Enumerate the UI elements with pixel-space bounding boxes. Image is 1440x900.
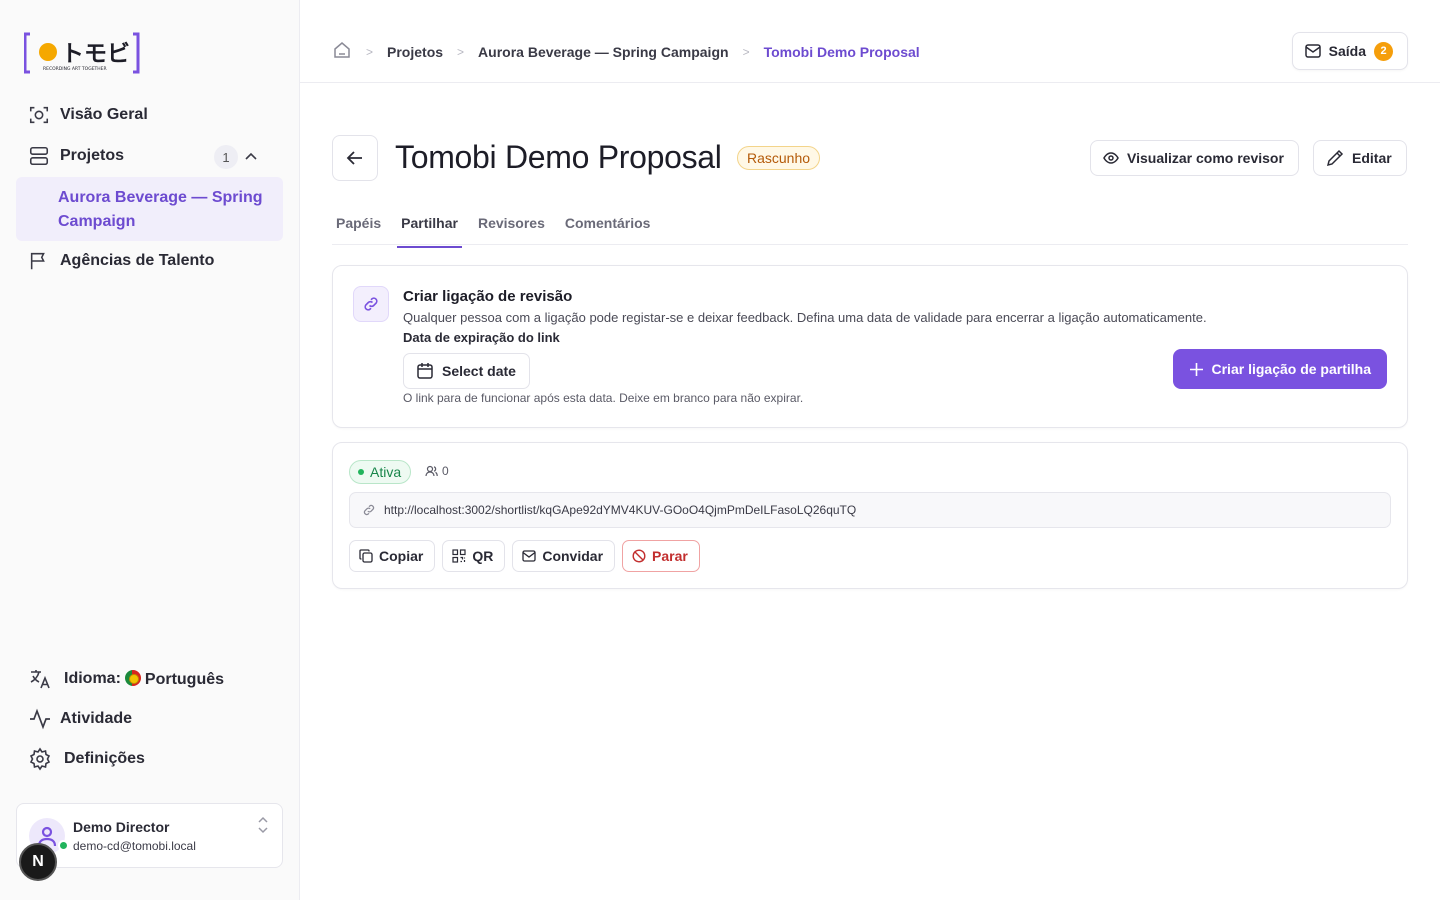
status-badge: Ativa: [349, 460, 412, 484]
ban-icon: [632, 549, 646, 563]
logo[interactable]: トモビ RECORDING ART TOGETHER: [23, 32, 140, 74]
create-share-link-button[interactable]: Criar ligação de partilha: [1172, 349, 1387, 389]
logo-mark: トモビ RECORDING ART TOGETHER: [23, 32, 140, 74]
sidebar-item-label: Visão Geral: [60, 106, 148, 123]
qr-label: QR: [472, 548, 494, 564]
edit-label: Editar: [1352, 150, 1392, 166]
expiry-hint: O link para de funcionar após esta data.…: [403, 391, 804, 405]
page-title: Tomobi Demo Proposal: [395, 139, 722, 175]
user-name: Demo Director: [73, 819, 170, 835]
overview-icon: [29, 106, 49, 124]
chevron-up-down-icon: [258, 816, 268, 834]
outbox-count-badge: 2: [1374, 41, 1393, 61]
expiry-date-picker[interactable]: Select date: [403, 353, 530, 389]
flag-icon: [30, 252, 45, 270]
sidebar-item-projects[interactable]: Projetos: [28, 145, 124, 167]
eye-icon: [1103, 152, 1119, 164]
outbox-label: Saída: [1328, 43, 1366, 59]
breadcrumb-current: Tomobi Demo Proposal: [763, 43, 920, 60]
user-email: demo-cd@tomobi.local: [73, 839, 196, 853]
mail-icon: [522, 550, 536, 562]
breadcrumb: > Projetos > Aurora Beverage — Spring Ca…: [332, 40, 920, 63]
language-value: Português: [144, 670, 225, 688]
viewer-count-value: 0: [442, 464, 449, 478]
users-icon: [425, 465, 438, 477]
topbar: > Projetos > Aurora Beverage — Spring Ca…: [300, 0, 1440, 83]
link-status: Ativa: [370, 464, 402, 480]
tab-comments[interactable]: Comentários: [561, 205, 655, 244]
activity-icon: [30, 708, 50, 730]
create-review-link-card: Criar ligação de revisão Qualquer pessoa…: [332, 265, 1408, 428]
breadcrumb-separator: >: [457, 44, 465, 59]
sidebar-item-label: Agências de Talento: [60, 252, 215, 269]
sidebar-item-talent-agencies[interactable]: Agências de Talento: [28, 250, 214, 272]
logo-tagline: RECORDING ART TOGETHER: [43, 66, 107, 72]
edit-button[interactable]: Editar: [1313, 140, 1407, 176]
stop-label: Parar: [652, 548, 688, 564]
card-title: Criar ligação de revisão: [403, 288, 573, 305]
link-icon: [353, 286, 389, 322]
breadcrumb-campaign[interactable]: Aurora Beverage — Spring Campaign: [478, 44, 729, 60]
active-dot: [358, 469, 364, 475]
language-selector[interactable]: Idioma: Português: [28, 667, 224, 691]
calendar-icon: [417, 363, 433, 379]
link-icon: [363, 504, 375, 516]
sidebar-item-activity[interactable]: Atividade: [28, 707, 132, 731]
back-button[interactable]: [332, 135, 378, 181]
breadcrumb-separator: >: [366, 44, 374, 59]
projects-icon: [29, 146, 49, 166]
sidebar-item-settings[interactable]: Definições: [28, 747, 145, 771]
share-url: http://localhost:3002/shortlist/kqGApe92…: [384, 503, 857, 517]
sidebar-item-active-project[interactable]: Aurora Beverage — Spring Campaign: [16, 177, 283, 241]
home-icon[interactable]: [332, 40, 352, 63]
tab-share[interactable]: Partilhar: [397, 205, 462, 248]
plus-icon: [1189, 362, 1203, 376]
tab-reviewers[interactable]: Revisores: [474, 205, 549, 244]
copy-button[interactable]: Copiar: [349, 540, 436, 572]
outbox-button[interactable]: Saída 2: [1291, 32, 1408, 70]
projects-count-badge: 1: [214, 145, 238, 169]
breadcrumb-projects[interactable]: Projetos: [387, 44, 443, 60]
expiry-label: Data de expiração do link: [403, 330, 560, 345]
gear-icon: [29, 747, 51, 771]
chevron-up-icon[interactable]: [243, 149, 259, 165]
online-status-dot: [58, 840, 69, 851]
arrow-left-icon: [346, 151, 362, 165]
sidebar-item-overview[interactable]: Visão Geral: [28, 104, 148, 126]
card-description: Qualquer pessoa com a ligação pode regis…: [403, 310, 1207, 325]
translate-icon: [30, 670, 50, 689]
pencil-icon: [1326, 149, 1344, 167]
language-label: Idioma:: [64, 670, 121, 687]
sidebar-item-label: Atividade: [60, 710, 133, 727]
breadcrumb-separator: >: [742, 44, 750, 59]
invite-label: Convidar: [542, 548, 604, 564]
create-share-link-label: Criar ligação de partilha: [1211, 361, 1372, 377]
invite-button[interactable]: Convidar: [512, 540, 616, 572]
mail-icon: [1304, 44, 1321, 58]
qr-code-icon: [452, 549, 466, 563]
copy-icon: [359, 549, 373, 563]
stop-button[interactable]: Parar: [622, 540, 700, 572]
portugal-flag-icon: [124, 669, 141, 686]
view-as-reviewer-label: Visualizar como revisor: [1127, 150, 1284, 166]
sidebar: トモビ RECORDING ART TOGETHER Visão Geral P…: [0, 0, 300, 900]
date-picker-label: Select date: [442, 363, 516, 379]
copy-label: Copiar: [379, 548, 424, 564]
view-as-reviewer-button[interactable]: Visualizar como revisor: [1090, 140, 1299, 176]
tab-roles[interactable]: Papéis: [332, 205, 385, 244]
sidebar-item-label: Definições: [64, 750, 145, 767]
tabs: Papéis Partilhar Revisores Comentários: [332, 205, 1408, 248]
logo-text: トモビ: [61, 41, 130, 67]
link-actions: Copiar QR Convidar Parar: [349, 540, 700, 572]
qr-button[interactable]: QR: [442, 540, 506, 572]
share-link-card: Ativa 0 http://localhost:3002/shortlist/…: [332, 442, 1408, 589]
sidebar-item-label: Projetos: [60, 147, 125, 164]
share-url-field[interactable]: http://localhost:3002/shortlist/kqGApe92…: [349, 492, 1391, 528]
viewer-count: 0: [425, 464, 449, 478]
dev-tools-badge[interactable]: N: [19, 843, 57, 881]
status-badge: Rascunho: [737, 146, 821, 170]
